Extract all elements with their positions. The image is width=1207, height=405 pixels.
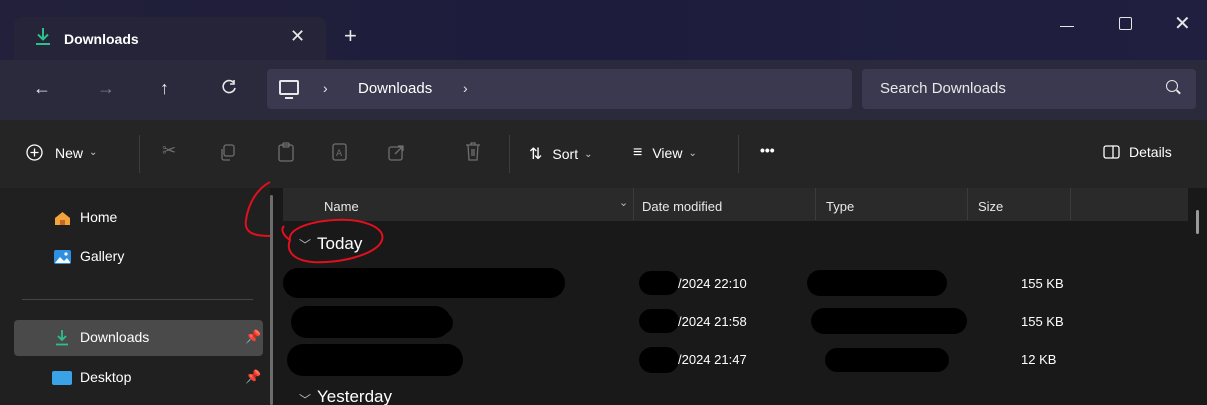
tab-downloads[interactable]: Downloads ✕ [14,17,326,60]
search-icon[interactable] [1166,80,1178,92]
search-input[interactable]: Search Downloads [880,80,1006,97]
new-label: New [55,144,84,161]
view-icon: ≡ [633,144,643,161]
close-window-button[interactable]: ✕ [1174,11,1191,36]
navigation-bar: ← → ↑ › Downloads › Search Downloads [0,60,1207,120]
home-icon [55,212,70,225]
new-button[interactable]: New ⌄ [26,144,97,161]
rename-icon[interactable]: A [332,143,350,161]
command-bar: New ⌄ ✂ A ⇅ Sort ⌄ ≡ View ⌄ ••• Details [0,120,1207,188]
redaction-mark [807,270,947,296]
redaction-mark [639,347,679,373]
sort-icon: ⇅ [529,146,543,163]
minimize-button[interactable] [1060,26,1074,27]
redaction-mark [825,348,949,372]
details-pane-icon [1103,145,1120,159]
table-row[interactable]: /2024 21:58 155 KB [283,304,1188,342]
redaction-mark [287,344,463,376]
title-bar: Downloads ✕ + ✕ [0,0,1207,60]
column-divider[interactable] [633,188,634,220]
details-button[interactable]: Details [1103,144,1172,160]
refresh-icon[interactable] [221,79,237,95]
pin-icon[interactable]: 📌 [245,369,261,385]
search-box[interactable]: Search Downloads [862,69,1196,109]
divider [509,135,510,173]
breadcrumb-separator[interactable]: › [323,80,328,96]
table-row[interactable]: /2024 21:47 12 KB [283,342,1188,380]
file-list: Name ⌄ Date modified Type Size ﹀ Today /… [283,188,1207,405]
copy-icon[interactable] [219,144,236,161]
chevron-down-icon: ⌄ [688,147,697,159]
sidebar-item-label: Home [80,209,118,225]
sidebar-item-label: Gallery [80,248,125,264]
redaction-mark [811,308,967,334]
delete-icon[interactable] [465,142,481,161]
column-header-type[interactable]: Type [817,188,967,221]
cut-icon[interactable]: ✂ [162,141,176,161]
group-header-yesterday[interactable]: Yesterday [317,387,392,405]
file-size: 12 KB [1021,352,1057,367]
address-bar[interactable]: › Downloads › [267,69,852,109]
details-label: Details [1129,144,1172,160]
view-label: View [652,145,683,161]
chevron-down-icon[interactable]: ﹀ [299,391,311,405]
list-scrollbar[interactable] [1196,210,1199,234]
sidebar-item-label: Downloads [80,329,150,345]
svg-text:A: A [336,149,343,159]
plus-circle-icon [26,144,43,161]
sort-button[interactable]: ⇅ Sort ⌄ [529,144,592,164]
breadcrumb-separator[interactable]: › [463,80,468,96]
chevron-down-icon: ⌄ [89,147,98,158]
column-header-size[interactable]: Size [969,188,1069,221]
sidebar-item-gallery[interactable]: Gallery [14,239,263,275]
desktop-icon [52,371,72,385]
chevron-down-icon[interactable]: ⌄ [619,196,628,209]
file-size: 155 KB [1021,276,1064,291]
sidebar-item-label: Desktop [80,369,132,385]
sidebar-item-home[interactable]: Home [14,200,263,236]
file-size: 155 KB [1021,314,1064,329]
divider [139,135,140,173]
tab-title: Downloads [64,31,139,47]
paste-icon[interactable] [278,142,294,162]
date-modified: /2024 21:58 [678,314,747,329]
red-annotation-icon [244,181,384,264]
sidebar-item-downloads[interactable]: Downloads 📌 [14,320,263,356]
sidebar-divider [22,299,253,300]
back-button[interactable]: ← [33,79,51,97]
maximize-button[interactable] [1119,17,1132,30]
redaction-mark [333,312,453,334]
breadcrumb-downloads[interactable]: Downloads [358,80,432,97]
more-options-button[interactable]: ••• [760,142,775,158]
new-tab-button[interactable]: + [344,25,357,47]
up-button[interactable]: ↑ [160,79,169,97]
download-icon [36,28,50,45]
column-divider[interactable] [815,188,816,220]
forward-button[interactable]: → [97,79,115,97]
tab-close-icon[interactable]: ✕ [290,26,305,47]
date-modified: /2024 21:47 [678,352,747,367]
pin-icon[interactable]: 📌 [245,329,261,345]
redaction-mark [639,271,679,295]
share-icon[interactable] [388,143,406,161]
download-icon [56,330,68,346]
column-divider[interactable] [967,188,968,220]
this-pc-icon [279,80,299,99]
sort-label: Sort [552,146,579,162]
date-modified: /2024 22:10 [678,276,747,291]
table-row[interactable]: /2024 22:10 155 KB [283,266,1188,304]
column-divider[interactable] [1070,188,1071,220]
chevron-down-icon: ⌄ [584,148,593,160]
divider [738,135,739,173]
redaction-mark [639,309,679,333]
sidebar-item-desktop[interactable]: Desktop 📌 [14,360,263,396]
gallery-icon [54,250,71,264]
column-header-date[interactable]: Date modified [635,188,815,221]
view-button[interactable]: ≡ View ⌄ [633,144,697,162]
